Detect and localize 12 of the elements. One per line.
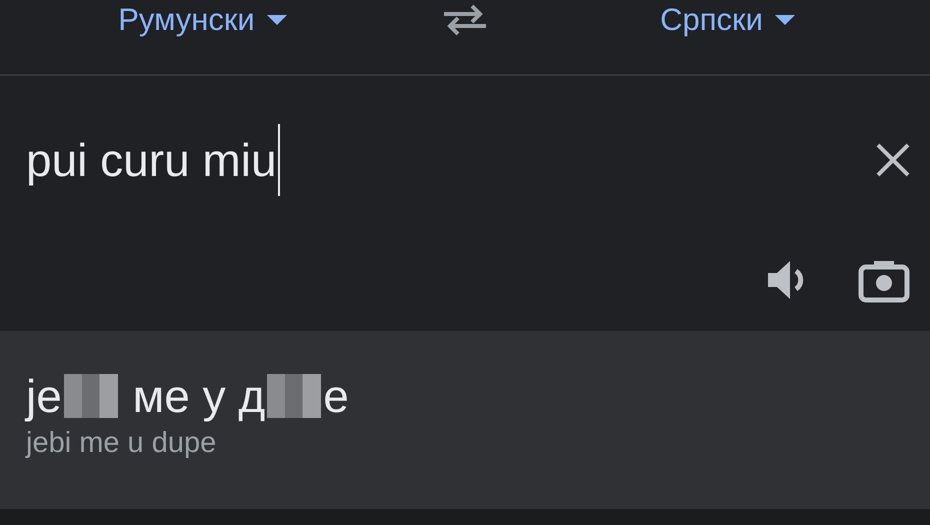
input-field[interactable]: pui curu miu xyxy=(26,120,280,200)
translation-text: je ме у д е xyxy=(26,369,350,423)
pixelated-mosaic xyxy=(64,374,118,418)
caret-icon xyxy=(774,15,795,25)
romanization-text: jebi me u dupe xyxy=(26,427,218,460)
source-language-button[interactable]: Румунски xyxy=(112,0,293,40)
pixelated-mosaic xyxy=(267,374,322,418)
close-icon[interactable] xyxy=(876,143,910,177)
camera-icon[interactable] xyxy=(858,259,910,303)
caret-icon xyxy=(266,15,287,25)
swap-icon[interactable] xyxy=(442,2,488,38)
target-language-button[interactable]: Српски xyxy=(654,0,801,40)
